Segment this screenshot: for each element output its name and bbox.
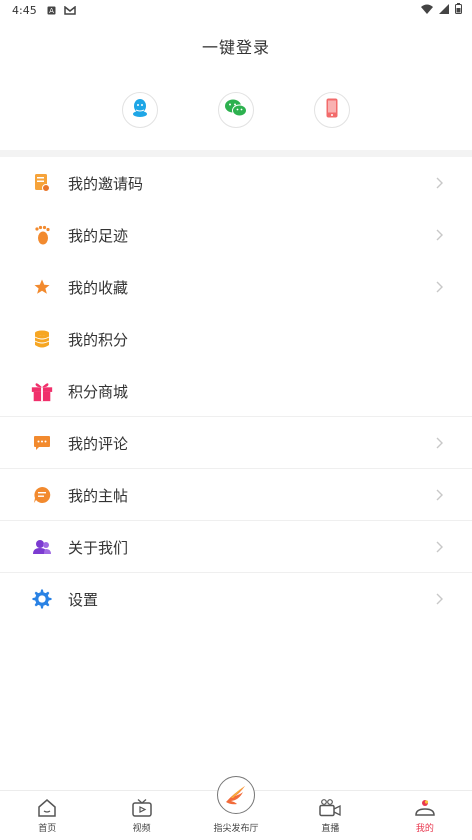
- menu-label: 我的足迹: [68, 226, 129, 245]
- menu-item-footprint[interactable]: 我的足迹: [0, 209, 472, 261]
- coins-icon: [30, 327, 54, 351]
- chevron-right-icon: [436, 592, 446, 606]
- chevron-right-icon: [436, 176, 446, 190]
- wechat-icon: [224, 98, 248, 122]
- chevron-right-icon: [436, 540, 446, 554]
- menu-item-comments[interactable]: 我的评论: [0, 417, 472, 469]
- profile-screen: 4:45 A 一键登录 我的邀请码 我的足迹 我的收藏 我的积分 积分商城 我的…: [0, 0, 472, 840]
- phone-login-button[interactable]: [314, 92, 350, 128]
- social-login-row: [0, 92, 472, 128]
- nav-publish-hall[interactable]: 指尖发布厅: [189, 776, 283, 840]
- menu-label: 设置: [68, 590, 99, 609]
- menu-item-points[interactable]: 我的积分: [0, 313, 472, 365]
- invite-code-icon: [30, 171, 54, 195]
- users-icon: [30, 535, 54, 559]
- nav-label: 首页: [38, 824, 57, 834]
- svg-text:A: A: [49, 7, 54, 15]
- menu-label: 关于我们: [68, 538, 129, 557]
- comment-icon: [30, 431, 54, 455]
- nav-live[interactable]: 直播: [283, 790, 377, 840]
- menu-item-invite-code[interactable]: 我的邀请码: [0, 157, 472, 209]
- chevron-right-icon: [436, 280, 446, 294]
- nav-label: 我的: [415, 824, 434, 834]
- bottom-nav: 首页 视频 指尖发布厅 直播 我的: [0, 776, 472, 840]
- battery-icon: [455, 3, 462, 17]
- phone-icon: [326, 98, 338, 122]
- notification-a-icon: A: [47, 6, 56, 15]
- chevron-right-icon: [436, 488, 446, 502]
- footprint-icon: [30, 223, 54, 247]
- profile-menu: 我的邀请码 我的足迹 我的收藏 我的积分 积分商城 我的评论 我的主帖 关于我们…: [0, 157, 472, 625]
- menu-label: 我的主帖: [68, 486, 129, 505]
- tv-icon: [131, 797, 153, 819]
- status-time: 4:45: [12, 3, 37, 17]
- menu-label: 我的收藏: [68, 278, 129, 297]
- status-bar: 4:45 A: [0, 0, 472, 20]
- menu-item-favorites[interactable]: 我的收藏: [0, 261, 472, 313]
- menu-item-settings[interactable]: 设置: [0, 573, 472, 625]
- nav-label: 视频: [132, 824, 151, 834]
- star-icon: [30, 275, 54, 299]
- menu-label: 我的邀请码: [68, 174, 144, 193]
- nav-mine[interactable]: 我的: [378, 790, 472, 840]
- chevron-right-icon: [436, 436, 446, 450]
- menu-label: 我的评论: [68, 434, 129, 453]
- menu-label: 我的积分: [68, 330, 129, 349]
- qq-login-button[interactable]: [122, 92, 158, 128]
- camera-icon: [319, 797, 342, 819]
- chevron-right-icon: [436, 228, 446, 242]
- nav-video[interactable]: 视频: [94, 790, 188, 840]
- signal-icon: [439, 3, 449, 17]
- qq-icon: [131, 98, 149, 122]
- gmail-icon: [63, 5, 76, 15]
- menu-label: 积分商城: [68, 382, 129, 401]
- one-click-login-title[interactable]: 一键登录: [0, 34, 472, 58]
- menu-item-about-us[interactable]: 关于我们: [0, 521, 472, 573]
- section-divider: [0, 150, 472, 157]
- nav-label: 直播: [321, 824, 340, 834]
- wechat-login-button[interactable]: [218, 92, 254, 128]
- menu-item-points-mall[interactable]: 积分商城: [0, 365, 472, 417]
- menu-item-my-posts[interactable]: 我的主帖: [0, 469, 472, 521]
- wifi-icon: [421, 4, 433, 17]
- home-icon: [36, 797, 58, 819]
- post-icon: [30, 483, 54, 507]
- nav-home[interactable]: 首页: [0, 790, 94, 840]
- phoenix-logo-icon: [217, 776, 256, 814]
- user-icon: [414, 797, 436, 819]
- gift-icon: [30, 379, 54, 403]
- nav-label: 指尖发布厅: [213, 824, 259, 834]
- gear-icon: [30, 587, 54, 611]
